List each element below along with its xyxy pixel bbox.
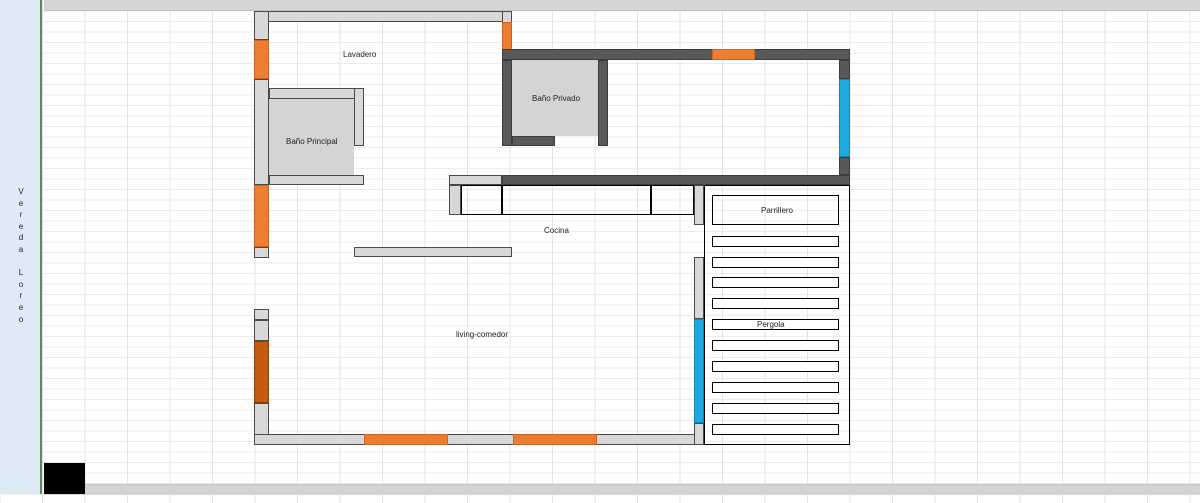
window-bottom-1 (364, 434, 448, 445)
wall-cocina-top-left (449, 175, 502, 185)
wall-bano-principal-right (354, 88, 364, 146)
pergola-slat (712, 424, 839, 435)
label-living-comedor: living-comedor (456, 330, 509, 339)
wall-cocina-left (449, 185, 461, 215)
wall-east-2 (694, 423, 704, 445)
pergola-slat (712, 277, 839, 288)
wall-right-top (839, 60, 850, 79)
wall-east-1 (694, 257, 704, 319)
wall-lavadero-top-left-post (254, 11, 269, 40)
label-cocina: Cocina (544, 226, 569, 235)
wall-bano-principal-bottom (269, 175, 364, 185)
pergola-slat (712, 236, 839, 247)
window-top-right (712, 49, 755, 60)
pergola-slat (712, 340, 839, 351)
window-lavadero-left (254, 40, 269, 79)
pergola-slat (712, 403, 839, 414)
wall-left-3 (254, 309, 269, 320)
label-bano-privado: Baño Privado (532, 94, 581, 103)
label-parrillero: Parrillero (761, 206, 794, 215)
window-lavadero-right (502, 22, 512, 50)
wall-bano-privado-bottom (512, 136, 555, 146)
wall-bano-privado-right (598, 60, 608, 146)
counter-3 (651, 185, 694, 215)
label-lavadero: Lavadero (343, 50, 377, 59)
counter-2 (502, 185, 651, 215)
pergola-slat (712, 257, 839, 268)
wall-right-lower (839, 157, 850, 175)
wall-left-1 (254, 79, 269, 185)
wall-interior-kitchen (354, 247, 512, 257)
pergola-slat (712, 361, 839, 372)
wall-cocina-right (694, 185, 704, 225)
pergola-slat (712, 382, 839, 393)
window-left-middle (254, 185, 269, 247)
label-pergola: Pergola (756, 320, 786, 329)
wall-left-4 (254, 320, 269, 341)
pergola-slat (712, 298, 839, 309)
counter-1 (461, 185, 502, 215)
wall-bano-principal-top (269, 88, 364, 99)
wall-left-2 (254, 247, 269, 258)
wall-lavadero-top (254, 11, 512, 22)
wall-bottom (254, 434, 704, 445)
window-glass-east (694, 319, 704, 423)
window-glass-right (839, 79, 850, 157)
label-bano-principal: Baño Principal (286, 137, 338, 146)
wall-dark-top (502, 49, 850, 60)
window-bottom-2 (513, 434, 597, 445)
door-main (254, 341, 269, 403)
floor-plan: Lavadero Baño Privado Baño Principal Coc… (0, 0, 1200, 503)
wall-dark-middle (502, 175, 850, 185)
wall-bano-privado-left (502, 60, 512, 146)
